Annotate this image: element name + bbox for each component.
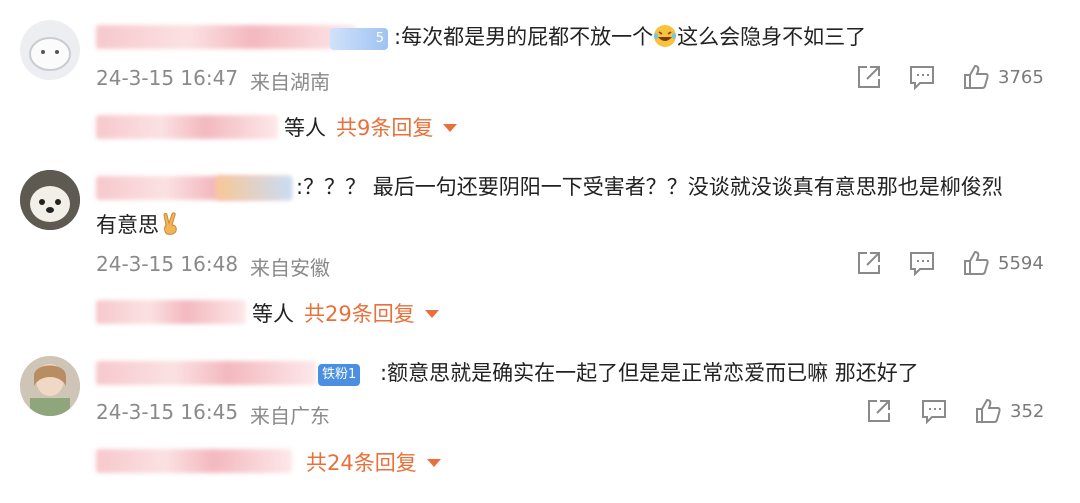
- victory-hand-emoji-icon: [163, 212, 177, 235]
- username-badge-blurred: [216, 176, 292, 200]
- comment-location: 来自安徽: [250, 256, 330, 280]
- chevron-down-icon[interactable]: [424, 310, 439, 318]
- reply-count-link[interactable]: 共9条回复: [336, 112, 433, 142]
- reply-summary[interactable]: 等人 共29条回复: [252, 298, 439, 328]
- username-blurred[interactable]: [96, 361, 316, 385]
- username-blurred[interactable]: [96, 25, 356, 49]
- like-button[interactable]: 3765: [962, 64, 1044, 90]
- chevron-down-icon[interactable]: [443, 124, 458, 132]
- reply-count-link[interactable]: 共24条回复: [306, 447, 417, 477]
- avatar[interactable]: [20, 20, 80, 80]
- reply-users-blurred: [96, 300, 246, 324]
- share-button[interactable]: [856, 250, 882, 276]
- comment-button[interactable]: [908, 250, 936, 276]
- thumbs-up-icon: [974, 398, 1002, 424]
- comment-text-tail: 这么会隐身不如三了: [677, 25, 867, 49]
- reply-users-blurred: [96, 115, 278, 139]
- user-badge: 铁粉1: [318, 364, 361, 386]
- comment-text-main: :每次都是男的屁都不放一个: [394, 25, 654, 49]
- comment-text-line2: 有意思: [96, 208, 183, 242]
- comment-date: 24-3-15 16:45: [96, 400, 239, 424]
- avatar-image: [20, 356, 80, 416]
- comment-date: 24-3-15 16:47: [96, 66, 239, 90]
- comment-date: 24-3-15 16:48: [96, 252, 239, 276]
- avatar-image: [20, 170, 80, 230]
- comment-icon: [908, 64, 936, 90]
- comment-button[interactable]: [908, 64, 936, 90]
- share-icon: [856, 250, 882, 276]
- share-icon: [856, 64, 882, 90]
- comment-text: :？？？ 最后一句还要阴阳一下受害者？？没谈就没谈真有意思那也是柳俊烈: [296, 175, 1003, 199]
- reply-who: 等人: [252, 302, 294, 326]
- chevron-down-icon[interactable]: [426, 459, 441, 467]
- comment-button[interactable]: [920, 398, 948, 424]
- thumbs-up-icon: [962, 250, 990, 276]
- share-button[interactable]: [866, 398, 892, 424]
- comment-location: 来自广东: [250, 404, 330, 428]
- avatar[interactable]: [20, 170, 80, 230]
- reply-users-blurred: [96, 449, 292, 473]
- reply-summary[interactable]: 等人 共9条回复: [284, 112, 458, 142]
- comment-text: :额意思就是确实在一起了但是是正常恋爱而已嘛 那还好了: [380, 361, 919, 385]
- reply-who: 等人: [284, 116, 326, 140]
- laughing-tears-emoji-icon: [654, 25, 677, 47]
- user-badge: 5: [330, 28, 388, 50]
- like-count: 352: [1010, 400, 1045, 422]
- comment-text: :每次都是男的屁都不放一个 这么会隐身不如三了: [394, 20, 866, 54]
- reply-count-link[interactable]: 共29条回复: [304, 298, 415, 328]
- comment-icon: [908, 250, 936, 276]
- like-count: 5594: [998, 252, 1044, 274]
- thumbs-up-icon: [962, 64, 990, 90]
- avatar[interactable]: [20, 356, 80, 416]
- reply-summary[interactable]: 共24条回复: [306, 447, 441, 477]
- comment-location: 来自湖南: [250, 70, 330, 94]
- like-button[interactable]: 352: [974, 398, 1044, 424]
- like-count: 3765: [998, 66, 1044, 88]
- comment-text-second-line: 有意思: [96, 213, 159, 237]
- share-icon: [866, 398, 892, 424]
- share-button[interactable]: [856, 64, 882, 90]
- comment-icon: [920, 398, 948, 424]
- avatar-image: [20, 20, 80, 80]
- like-button[interactable]: 5594: [962, 250, 1044, 276]
